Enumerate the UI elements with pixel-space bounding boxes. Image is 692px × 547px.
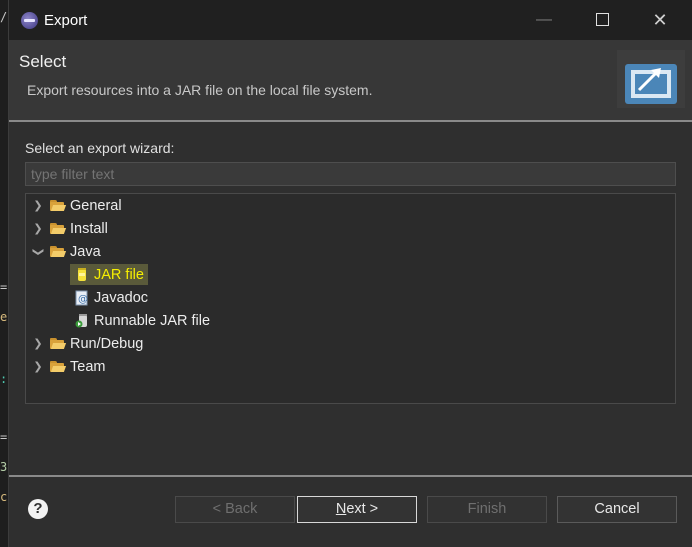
tree-item-java[interactable]: ❯ Java xyxy=(26,241,675,263)
tree-item-label: Runnable JAR file xyxy=(94,313,211,329)
folder-open-icon xyxy=(50,246,67,257)
tree-item-run-debug[interactable]: ❯ Run/Debug xyxy=(26,333,675,355)
javadoc-icon: @ xyxy=(75,290,88,306)
header-separator xyxy=(9,120,692,122)
chevron-right-icon[interactable]: ❯ xyxy=(32,333,44,355)
tree-item-general[interactable]: ❯ General xyxy=(26,195,675,217)
tree-item-label: Install xyxy=(70,221,108,237)
export-wizard-label: Select an export wizard: xyxy=(25,140,175,156)
folder-icon xyxy=(50,338,67,349)
tree-item-label: General xyxy=(70,198,122,214)
chevron-right-icon[interactable]: ❯ xyxy=(32,195,44,217)
tree-item-team[interactable]: ❯ Team xyxy=(26,356,675,378)
svg-text:@: @ xyxy=(78,294,88,305)
folder-icon xyxy=(50,223,67,234)
maximize-button[interactable] xyxy=(573,0,631,40)
folder-icon xyxy=(50,200,67,211)
next-mnemonic: N xyxy=(335,501,347,517)
tree-item-javadoc[interactable]: @ Javadoc xyxy=(74,287,274,309)
window-title: Export xyxy=(44,12,88,29)
page-description: Export resources into a JAR file on the … xyxy=(27,82,373,98)
title-bar: Export — ✕ xyxy=(9,0,692,40)
page-title: Select xyxy=(19,52,67,71)
tree-item-label: JAR file xyxy=(94,267,144,283)
folder-icon xyxy=(50,361,67,372)
cancel-button[interactable]: Cancel xyxy=(557,496,677,523)
footer-separator xyxy=(9,475,692,477)
close-button[interactable]: ✕ xyxy=(631,0,689,40)
runnable-jar-icon xyxy=(75,314,87,328)
next-button[interactable]: Next > xyxy=(297,496,417,523)
next-label: ext > xyxy=(346,501,379,517)
filter-input[interactable] xyxy=(25,162,676,186)
minimize-button[interactable]: — xyxy=(515,0,573,40)
export-dialog: Export — ✕ Select Export resources into … xyxy=(8,0,692,547)
chevron-right-icon[interactable]: ❯ xyxy=(32,218,44,240)
tree-item-label: Java xyxy=(70,244,101,260)
tree-item-label: Run/Debug xyxy=(70,336,144,352)
chevron-down-icon[interactable]: ❯ xyxy=(27,246,49,258)
tree-item-label: Team xyxy=(70,359,106,375)
maximize-icon xyxy=(595,13,609,27)
help-icon[interactable]: ? xyxy=(28,499,48,519)
tree-item-install[interactable]: ❯ Install xyxy=(26,218,675,240)
wizard-tree: ❯ General ❯ Install ❯ Java JAR file @ Ja… xyxy=(25,193,676,404)
wizard-header: Select Export resources into a JAR file … xyxy=(9,40,692,120)
back-button[interactable]: < Back xyxy=(175,496,295,523)
export-wizard-banner-icon xyxy=(617,50,685,108)
tree-item-runnable-jar-file[interactable]: Runnable JAR file xyxy=(74,310,274,332)
jar-icon xyxy=(78,268,86,281)
tree-item-label: Javadoc xyxy=(94,290,149,306)
tree-item-jar-file[interactable]: JAR file xyxy=(70,264,274,286)
chevron-right-icon[interactable]: ❯ xyxy=(32,356,44,378)
finish-button[interactable]: Finish xyxy=(427,496,547,523)
eclipse-icon xyxy=(21,12,38,29)
